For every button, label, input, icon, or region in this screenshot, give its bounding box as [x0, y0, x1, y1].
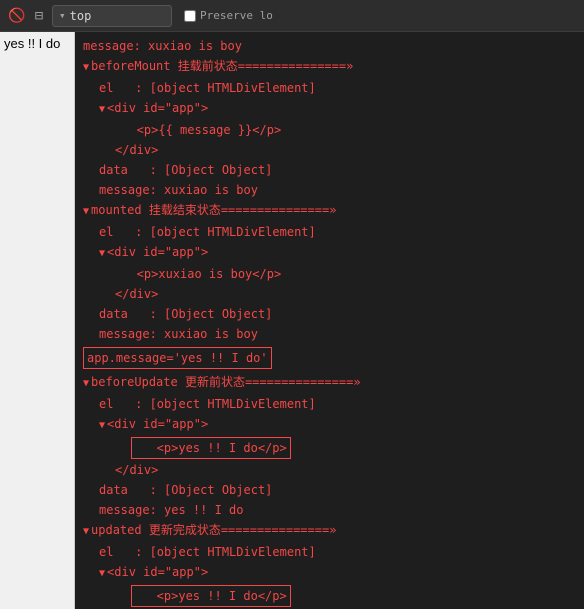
console-text: message: yes !! I do — [99, 501, 244, 519]
app-message-set-line: app.message='yes !! I do' — [83, 346, 584, 370]
filter-input-box[interactable]: ▾ — [52, 5, 172, 27]
list-item: <div id="app"> — [83, 98, 584, 120]
toolbar-left: 🚫 ⊟ ▾ Preserve lo — [8, 5, 273, 27]
console-output: message: xuxiao is boy beforeMount 挂载前状态… — [75, 32, 584, 609]
expand-icon[interactable] — [99, 99, 105, 119]
console-text: <div id="app"> — [107, 415, 208, 433]
expand-icon[interactable] — [83, 201, 89, 221]
list-item: el : [object HTMLDivElement] — [83, 394, 584, 414]
console-text: <div id="app"> — [107, 563, 208, 581]
p-yes-updated-boxed: <p>yes !! I do</p> — [131, 585, 291, 607]
list-item: <div id="app"> — [83, 562, 584, 584]
expand-icon[interactable] — [99, 243, 105, 263]
list-item: <p>{{ message }}</p> — [83, 120, 584, 140]
console-text: beforeUpdate 更新前状态===============» — [91, 373, 361, 391]
preserve-log-label: Preserve lo — [200, 9, 273, 22]
console-text: el : [object HTMLDivElement] — [99, 223, 316, 241]
expand-icon[interactable] — [83, 521, 89, 541]
preserve-log-group: Preserve lo — [184, 9, 273, 22]
list-item: message: xuxiao is boy — [83, 36, 584, 56]
console-text: </div> — [115, 461, 158, 479]
list-item: message: xuxiao is boy — [83, 324, 584, 344]
console-text: </div> — [115, 141, 158, 159]
list-item: el : [object HTMLDivElement] — [83, 542, 584, 562]
list-item: message: xuxiao is boy — [83, 180, 584, 200]
list-item: <p>xuxiao is boy</p> — [83, 264, 584, 284]
console-text: <p>xuxiao is boy</p> — [115, 265, 281, 283]
list-item: </div> — [83, 140, 584, 160]
devtools-toolbar: 🚫 ⊟ ▾ Preserve lo — [0, 0, 584, 32]
p-yes-boxed: <p>yes !! I do</p> — [131, 437, 291, 459]
expand-icon[interactable] — [99, 415, 105, 435]
list-item: beforeUpdate 更新前状态===============» — [83, 372, 584, 394]
console-text: data : [Object Object] — [99, 161, 272, 179]
console-text: el : [object HTMLDivElement] — [99, 543, 316, 561]
list-item: updated 更新完成状态===============» — [83, 520, 584, 542]
list-item: </div> — [83, 284, 584, 304]
preserve-log-checkbox[interactable] — [184, 10, 196, 22]
list-item: </div> — [83, 460, 584, 480]
console-text: message: xuxiao is boy — [83, 37, 242, 55]
expand-icon[interactable] — [83, 57, 89, 77]
list-item: el : [object HTMLDivElement] — [83, 78, 584, 98]
list-item: beforeMount 挂载前状态===============» — [83, 56, 584, 78]
list-item: <div id="app"> — [83, 242, 584, 264]
console-text: data : [Object Object] — [99, 481, 272, 499]
filter-input[interactable] — [70, 9, 150, 23]
list-item: message: yes !! I do — [83, 500, 584, 520]
list-item: <p>yes !! I do</p> — [83, 436, 584, 460]
console-text: data : [Object Object] — [99, 305, 272, 323]
console-text: <div id="app"> — [107, 99, 208, 117]
console-text: message: xuxiao is boy — [99, 325, 258, 343]
console-text: el : [object HTMLDivElement] — [99, 79, 316, 97]
console-text: <p>{{ message }}</p> — [115, 121, 281, 139]
expand-icon[interactable] — [83, 373, 89, 393]
console-text: beforeMount 挂载前状态===============» — [91, 57, 353, 75]
console-text: </div> — [115, 285, 158, 303]
console-text: <div id="app"> — [107, 243, 208, 261]
console-text: el : [object HTMLDivElement] — [99, 395, 316, 413]
list-item: el : [object HTMLDivElement] — [83, 222, 584, 242]
expand-icon[interactable] — [99, 563, 105, 583]
list-item: <p>yes !! I do</p> — [83, 584, 584, 608]
list-item: mounted 挂载结束状态===============» — [83, 200, 584, 222]
filter-icon: ▾ — [59, 9, 66, 22]
app-message-boxed: app.message='yes !! I do' — [83, 347, 272, 369]
list-item: <div id="app"> — [83, 414, 584, 436]
filter-toggle-button[interactable]: ⊟ — [30, 7, 48, 25]
clear-console-button[interactable]: 🚫 — [8, 7, 26, 25]
list-item: data : [Object Object] — [83, 480, 584, 500]
console-text: updated 更新完成状态===============» — [91, 521, 336, 539]
list-item: data : [Object Object] — [83, 160, 584, 180]
app-output-text: yes !! I do — [4, 36, 60, 51]
list-item: data : [Object Object] — [83, 304, 584, 324]
console-text: message: xuxiao is boy — [99, 181, 258, 199]
console-text: mounted 挂载结束状态===============» — [91, 201, 336, 219]
